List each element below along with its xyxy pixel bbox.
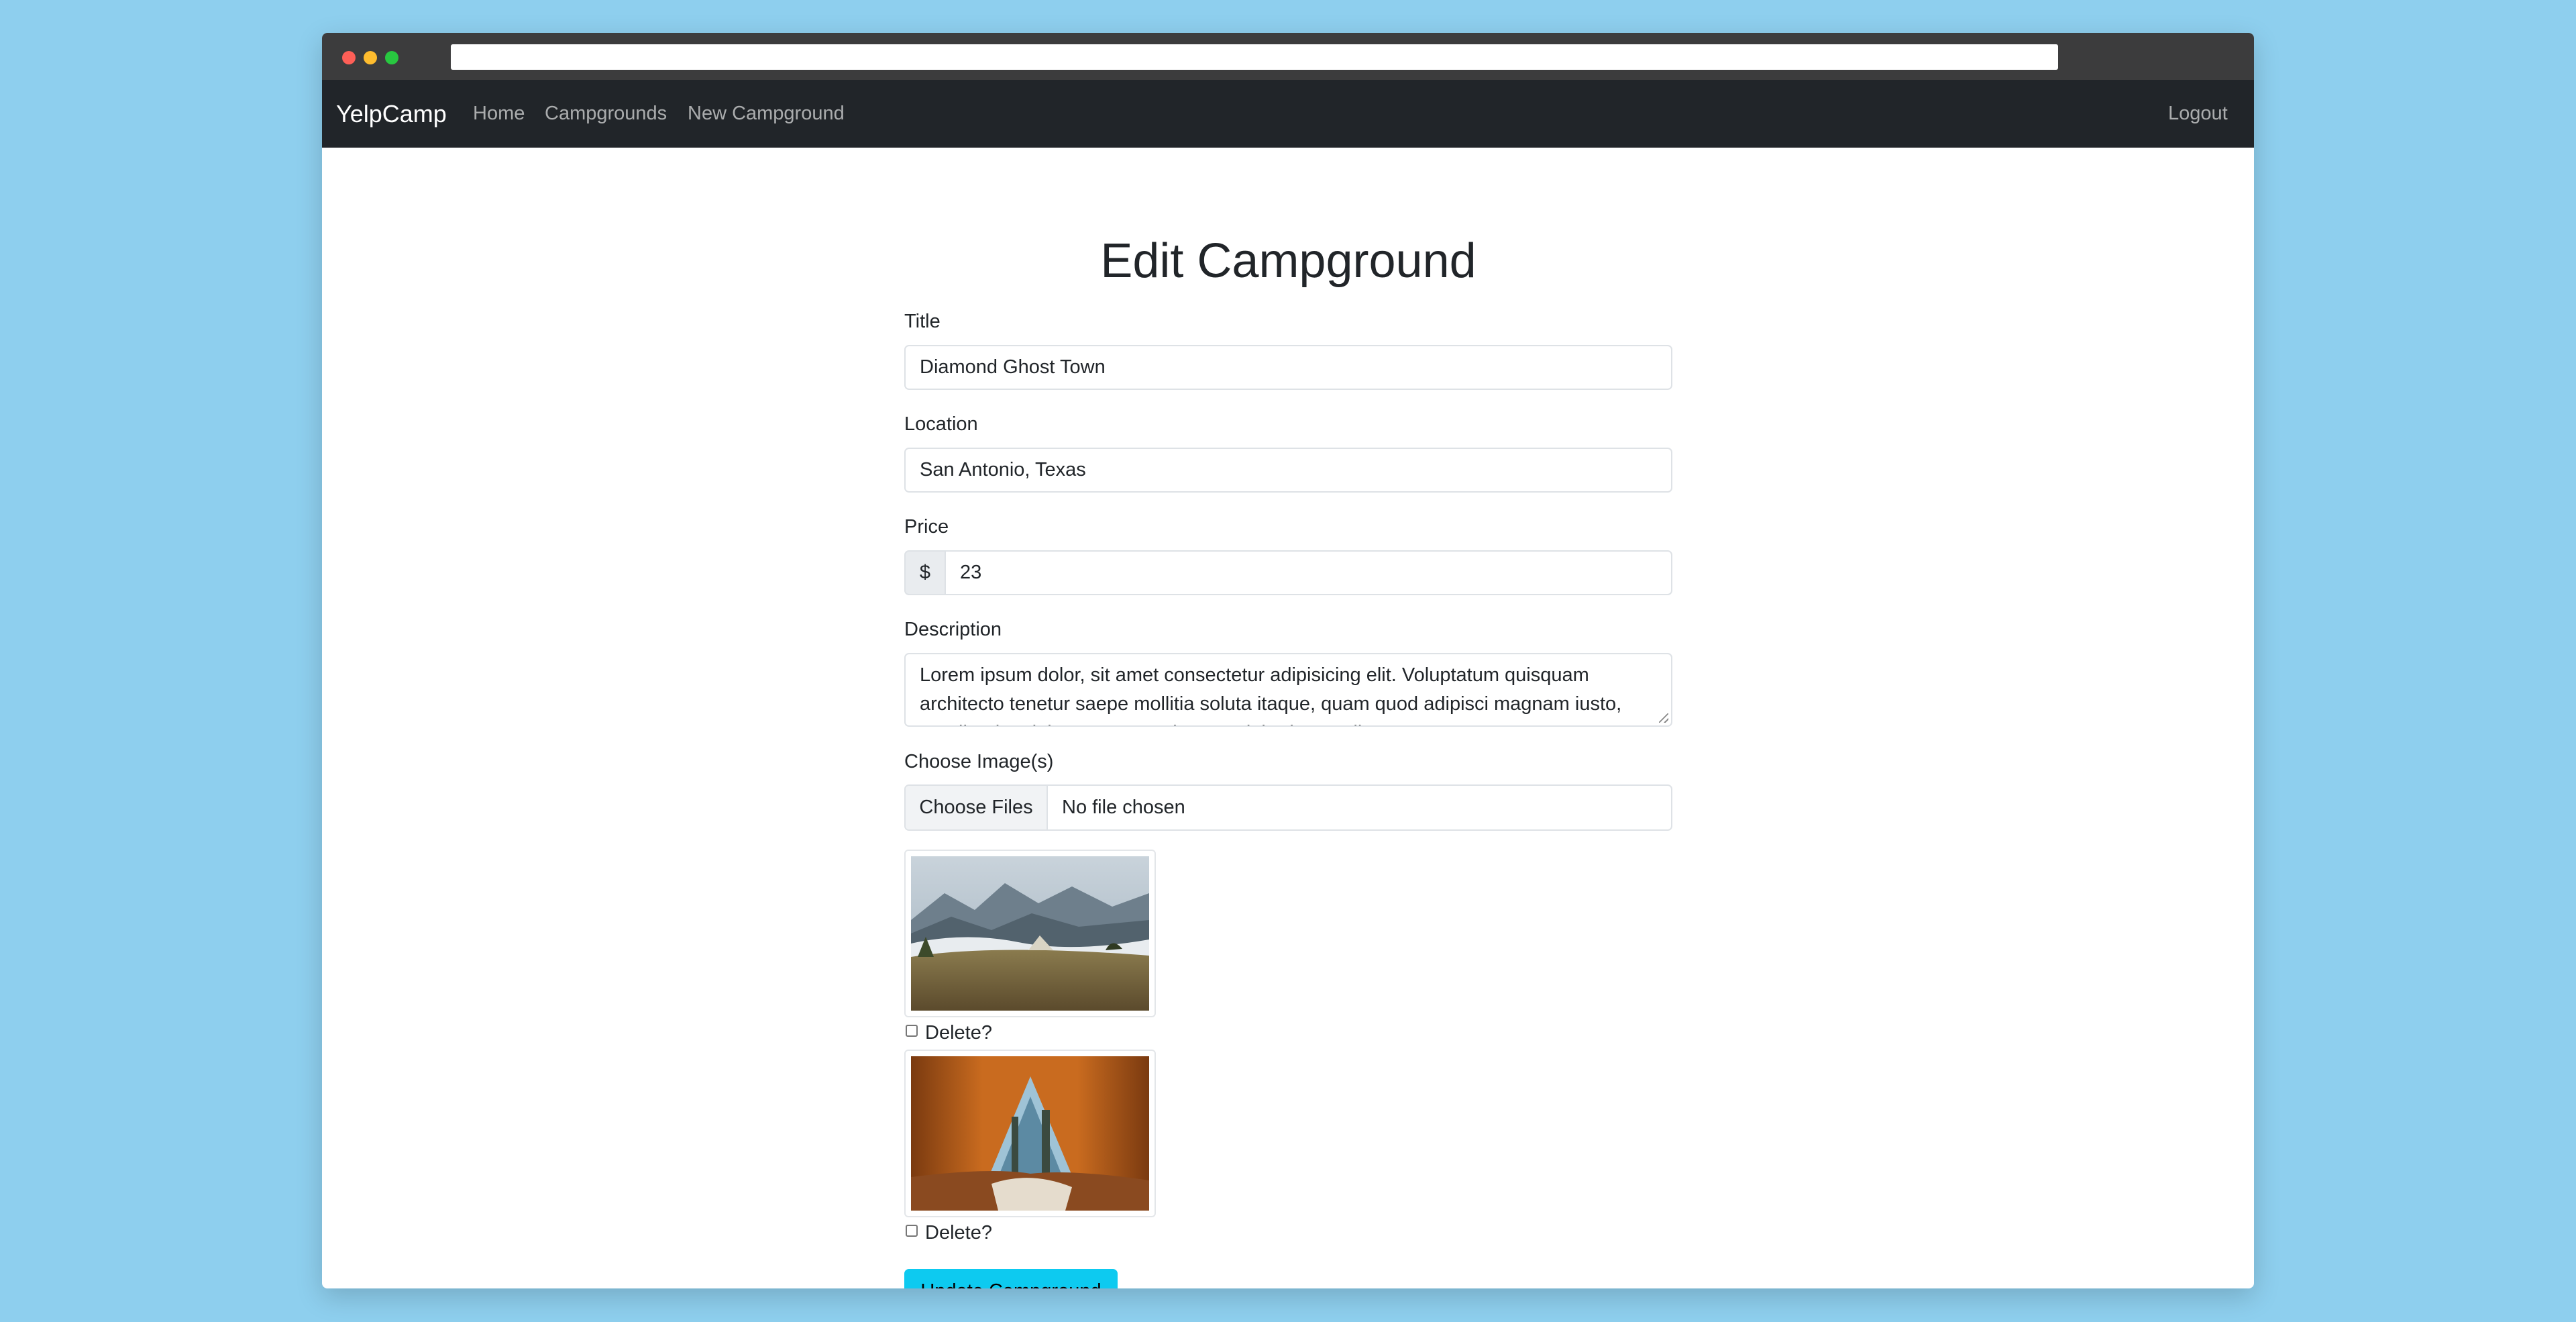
price-input[interactable]: 23	[945, 550, 1672, 595]
price-currency-addon: $	[904, 550, 946, 595]
price-label: Price	[904, 516, 949, 538]
update-campground-button[interactable]: Update Campground	[904, 1269, 1118, 1288]
image-file-input[interactable]: Choose Files No file chosen	[904, 784, 1672, 831]
location-input[interactable]: San Antonio, Texas	[904, 448, 1672, 493]
nav-campgrounds[interactable]: Campgrounds	[545, 80, 667, 148]
minimize-window-icon[interactable]	[364, 51, 377, 64]
resize-handle-icon[interactable]	[1659, 713, 1668, 723]
tent-interior-photo	[911, 1056, 1149, 1211]
brand-logo[interactable]: YelpCamp	[336, 80, 447, 148]
images-label: Choose Image(s)	[904, 751, 1054, 772]
description-label: Description	[904, 619, 1002, 640]
delete-image-label: Delete?	[925, 1022, 992, 1044]
close-window-icon[interactable]	[342, 51, 356, 64]
delete-image-label: Delete?	[925, 1222, 992, 1243]
location-label: Location	[904, 413, 978, 435]
maximize-window-icon[interactable]	[385, 51, 398, 64]
browser-titlebar	[322, 33, 2254, 80]
mountain-tent-photo	[911, 856, 1149, 1011]
address-bar[interactable]	[451, 44, 2058, 70]
page-title: Edit Campground	[1100, 234, 1477, 288]
delete-image-checkbox[interactable]	[906, 1025, 918, 1037]
description-text: Lorem ipsum dolor, sit amet consectetur …	[920, 664, 1622, 725]
delete-image-checkbox[interactable]	[906, 1225, 918, 1237]
title-label: Title	[904, 311, 941, 332]
top-navbar: YelpCamp Home Campgrounds New Campground…	[322, 80, 2254, 148]
choose-files-button[interactable]: Choose Files	[906, 786, 1048, 829]
description-textarea[interactable]: Lorem ipsum dolor, sit amet consectetur …	[904, 653, 1672, 727]
title-input[interactable]: Diamond Ghost Town	[904, 345, 1672, 390]
nav-new-campground[interactable]: New Campground	[688, 80, 845, 148]
campground-image-thumbnail	[904, 1050, 1156, 1217]
nav-logout[interactable]: Logout	[2168, 80, 2228, 148]
nav-home[interactable]: Home	[473, 80, 525, 148]
campground-image-thumbnail	[904, 850, 1156, 1017]
browser-window: YelpCamp Home Campgrounds New Campground…	[322, 33, 2254, 1288]
file-status-text: No file chosen	[1062, 797, 1185, 818]
